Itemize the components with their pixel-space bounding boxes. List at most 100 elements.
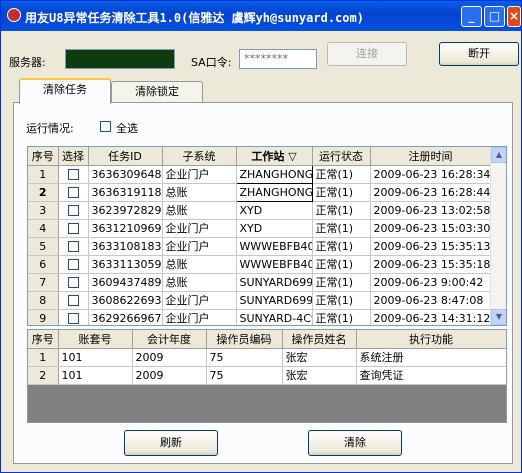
account-cell: 101 — [58, 348, 133, 367]
row-select-cell[interactable] — [58, 309, 89, 325]
fiscal-year-cell: 2009 — [132, 348, 207, 367]
col-fiscal-year[interactable]: 会计年度 — [132, 330, 207, 349]
task-id-cell: 3608622693 — [88, 291, 163, 310]
task-id-cell: 3629266967 — [88, 309, 163, 325]
run-status-cell: 正常(1) — [312, 237, 371, 256]
col-operator-name[interactable]: 操作员姓名 — [282, 330, 357, 349]
subsystem-cell: 总账 — [162, 201, 237, 220]
col-workstation[interactable]: 工作站 ▽ — [236, 147, 313, 166]
operator-code-cell: 75 — [206, 348, 283, 367]
task-id-cell: 3631210969 — [88, 219, 163, 238]
server-field[interactable] — [65, 49, 175, 69]
task-row[interactable]: 7 3609437489总账SUNYARD699355正常(1)2009-06-2… — [28, 273, 492, 292]
reg-time-cell: 2009-06-23 15:03:30 — [370, 219, 492, 238]
row-select-checkbox[interactable] — [67, 277, 79, 288]
col-select[interactable]: 选择 — [58, 147, 89, 166]
task-row[interactable]: 5 3633108183企业门户WWWEBFB40C3A正常(1)2009-06-… — [28, 237, 492, 256]
row-select-checkbox[interactable] — [67, 169, 79, 180]
app-icon — [7, 8, 21, 22]
col-detail-no[interactable]: 序号 — [28, 330, 59, 349]
refresh-button[interactable]: 刷新 — [124, 430, 218, 456]
scroll-up-icon[interactable]: ▲ — [491, 147, 506, 163]
window-title: 用友U8异常任务清除工具1.0(信雅达 虞辉yh@sunyard.com) — [25, 11, 364, 25]
clear-button[interactable]: 清除 — [308, 430, 402, 456]
select-all-checkbox[interactable] — [100, 121, 111, 132]
operator-name-cell: 张宏 — [282, 366, 357, 385]
subsystem-cell: 企业门户 — [162, 237, 237, 256]
row-select-checkbox[interactable] — [67, 223, 79, 234]
task-id-cell: 3633113059 — [88, 255, 163, 274]
col-run-status[interactable]: 运行状态 — [312, 147, 371, 166]
reg-time-cell: 2009-06-23 15:35:18 — [370, 255, 492, 274]
task-row[interactable]: 8 3608622693企业门户SUNYARD699355正常(1)2009-06… — [28, 291, 492, 310]
sa-password-field[interactable]: ******** — [239, 49, 317, 69]
detail-row[interactable]: 2 101 2009 75 张宏 查询凭证 — [28, 366, 506, 385]
row-number: 6 — [28, 255, 59, 274]
run-status-cell: 正常(1) — [312, 255, 371, 274]
row-select-cell[interactable] — [58, 237, 89, 256]
col-operator-code[interactable]: 操作员编码 — [206, 330, 283, 349]
task-row[interactable]: 2 3636319118 总账 ZHANGHONG 正常(1) 2009-06-23 16… — [28, 182, 492, 202]
workstation-cell: XYD — [236, 219, 313, 238]
minimize-button[interactable]: _ — [461, 6, 482, 27]
row-select-cell[interactable] — [58, 273, 89, 292]
task-id-cell: 3633108183 — [88, 237, 163, 256]
row-select-checkbox[interactable] — [67, 313, 79, 324]
connect-button[interactable]: 连接 — [327, 42, 407, 66]
function-cell: 查询凭证 — [356, 366, 506, 385]
col-function[interactable]: 执行功能 — [356, 330, 506, 349]
task-row[interactable]: 3 3623972829 总账 XYD 正常(1) 2009-06-23 13:02:58 — [28, 201, 492, 220]
tab-clear-locks[interactable]: 清除锁定 — [111, 81, 203, 103]
title-bar[interactable]: 用友U8异常任务清除工具1.0(信雅达 虞辉yh@sunyard.com) _ … — [1, 1, 521, 31]
subsystem-cell: 企业门户 — [162, 219, 237, 238]
function-cell: 系统注册 — [356, 348, 506, 367]
reg-time-cell: 2009-06-23 15:35:13 — [370, 237, 492, 256]
row-select-cell[interactable] — [58, 291, 89, 310]
row-select-checkbox[interactable] — [67, 259, 79, 270]
row-number: 3 — [28, 201, 59, 220]
row-select-checkbox[interactable] — [67, 241, 79, 252]
row-select-checkbox[interactable] — [67, 187, 79, 198]
workstation-cell: SUNYARD699355 — [236, 291, 313, 310]
task-row[interactable]: 9 3629266967企业门户SUNYARD-4C9F正常(1)2009-06-… — [28, 309, 492, 325]
row-select-cell[interactable] — [58, 183, 89, 202]
subsystem-cell: 企业门户 — [162, 309, 237, 325]
col-account[interactable]: 账套号 — [58, 330, 133, 349]
scroll-down-icon[interactable]: ▼ — [491, 309, 506, 325]
task-grid-scrollbar[interactable]: ▲ ▼ — [490, 147, 506, 325]
row-select-checkbox[interactable] — [67, 205, 79, 216]
server-label: 服务器: — [9, 56, 46, 69]
disconnect-button[interactable]: 断开 — [439, 42, 519, 66]
task-row[interactable]: 1 3636309648 企业门户 ZHANGHONG 正常(1) 2009-06-23 … — [28, 164, 492, 184]
row-select-checkbox[interactable] — [67, 295, 79, 306]
task-row[interactable]: 6 3633113059总账WWWEBFB40C3A正常(1)2009-06-23… — [28, 255, 492, 274]
row-select-cell[interactable] — [58, 255, 89, 274]
subsystem-cell: 总账 — [162, 255, 237, 274]
col-no[interactable]: 序号 — [28, 147, 59, 166]
operator-code-cell: 75 — [206, 366, 283, 385]
connection-bar: 服务器: SA口令: ******** 连接 断开 — [1, 37, 521, 71]
run-status-cell: 正常(1) — [312, 219, 371, 238]
row-select-cell[interactable] — [58, 201, 89, 220]
reg-time-cell: 2009-06-23 8:47:08 — [370, 291, 492, 310]
tab-clear-tasks[interactable]: 清除任务 — [19, 78, 111, 104]
task-grid: 序号 选择 任务ID 子系统 工作站 ▽ 运行状态 注册时间 1 36363096… — [27, 146, 507, 326]
detail-row-number: 2 — [28, 366, 59, 385]
row-number: 2 — [28, 183, 59, 202]
row-select-cell[interactable] — [58, 165, 89, 184]
close-button[interactable]: × — [507, 6, 521, 27]
workstation-cell: XYD — [236, 201, 313, 220]
col-subsystem[interactable]: 子系统 — [162, 147, 237, 166]
fiscal-year-cell: 2009 — [132, 366, 207, 385]
main-window: 用友U8异常任务清除工具1.0(信雅达 虞辉yh@sunyard.com) _ … — [0, 0, 522, 473]
detail-row-number: 1 — [28, 348, 59, 367]
task-row[interactable]: 4 3631210969 企业门户 XYD 正常(1) 2009-06-23 15:03:… — [28, 219, 492, 238]
row-number: 7 — [28, 273, 59, 292]
maximize-button[interactable]: □ — [484, 6, 505, 27]
task-id-cell: 3609437489 — [88, 273, 163, 292]
col-reg-time[interactable]: 注册时间 — [370, 147, 492, 166]
row-select-cell[interactable] — [58, 219, 89, 238]
detail-row[interactable]: 1 101 2009 75 张宏 系统注册 — [28, 348, 506, 367]
run-status-cell: 正常(1) — [312, 273, 371, 292]
col-task-id[interactable]: 任务ID — [88, 147, 163, 166]
